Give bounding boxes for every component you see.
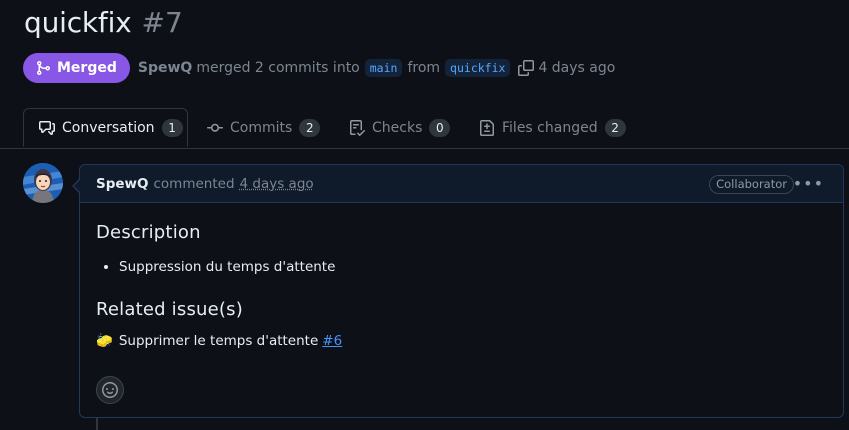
kebab-menu-icon[interactable]: ••• (793, 174, 824, 193)
tab-conversation-count: 1 (161, 118, 183, 137)
comment-action: commented (153, 175, 235, 192)
tab-commits-label: Commits (230, 120, 293, 136)
comment-box: SpewQ commented 4 days ago Collaborator … (72, 164, 844, 418)
issue-link[interactable]: #6 (322, 333, 342, 349)
checklist-icon (350, 120, 365, 136)
related-issue-text: Supprimer le temps d'attente (118, 333, 319, 349)
smiley-icon (102, 382, 118, 398)
comment-discussion-icon (39, 120, 55, 135)
pr-author-link[interactable]: SpewQ (138, 60, 192, 76)
pr-title: quickfix (24, 6, 132, 39)
tab-conversation[interactable]: Conversation 1 (23, 108, 188, 147)
head-branch[interactable]: quickfix (445, 59, 511, 77)
base-branch[interactable]: main (364, 59, 403, 77)
tab-conversation-label: Conversation (62, 119, 155, 136)
tab-files-changed-count: 2 (604, 119, 626, 137)
list-item: Suppression du temps d'attente (119, 257, 827, 277)
pr-meta-row: Merged SpewQ merged 2 commits into main … (23, 53, 615, 83)
description-heading: Description (96, 222, 201, 243)
tab-files-changed[interactable]: Files changed 2 (479, 108, 626, 148)
tab-files-changed-label: Files changed (502, 120, 598, 136)
pull-request-page: quickfix #7 Merged SpewQ merged 2 commit… (0, 0, 849, 430)
merged-status-label: Merged (57, 60, 117, 76)
collaborator-badge: Collaborator (709, 175, 794, 194)
timeline-line (96, 418, 98, 430)
git-merge-icon (37, 61, 51, 75)
tab-checks-count: 0 (429, 119, 451, 137)
tab-checks[interactable]: Checks 0 (349, 108, 451, 148)
copy-icon[interactable] (518, 60, 535, 76)
file-diff-icon (480, 120, 494, 136)
comment-header: SpewQ commented 4 days ago Collaborator … (80, 165, 843, 203)
sponge-emoji-icon: 🧽 (96, 333, 113, 349)
comment-body: Description Suppression du temps d'atten… (80, 203, 843, 349)
description-list: Suppression du temps d'attente (96, 257, 827, 277)
from-text: from (407, 60, 441, 76)
comment-time[interactable]: 4 days ago (240, 176, 314, 192)
merged-status-badge: Merged (23, 53, 130, 83)
git-commit-icon (207, 123, 223, 132)
avatar[interactable] (23, 163, 63, 203)
merge-text: merged 2 commits into (196, 60, 360, 76)
comment-author[interactable]: SpewQ (96, 176, 149, 192)
pr-time[interactable]: 4 days ago (538, 60, 615, 76)
pr-number: #7 (141, 6, 183, 39)
add-reaction-button[interactable] (96, 376, 124, 404)
tab-checks-label: Checks (372, 120, 423, 136)
tab-commits-count: 2 (299, 119, 321, 137)
related-issues-heading: Related issue(s) (96, 299, 243, 320)
pr-tabs: Conversation 1 Commits 2 Checks 0 Files … (0, 108, 849, 149)
tab-commits[interactable]: Commits 2 (207, 108, 321, 148)
related-issue-line: 🧽 Supprimer le temps d'attente #6 (96, 333, 827, 349)
pr-title-row: quickfix #7 (24, 6, 183, 39)
